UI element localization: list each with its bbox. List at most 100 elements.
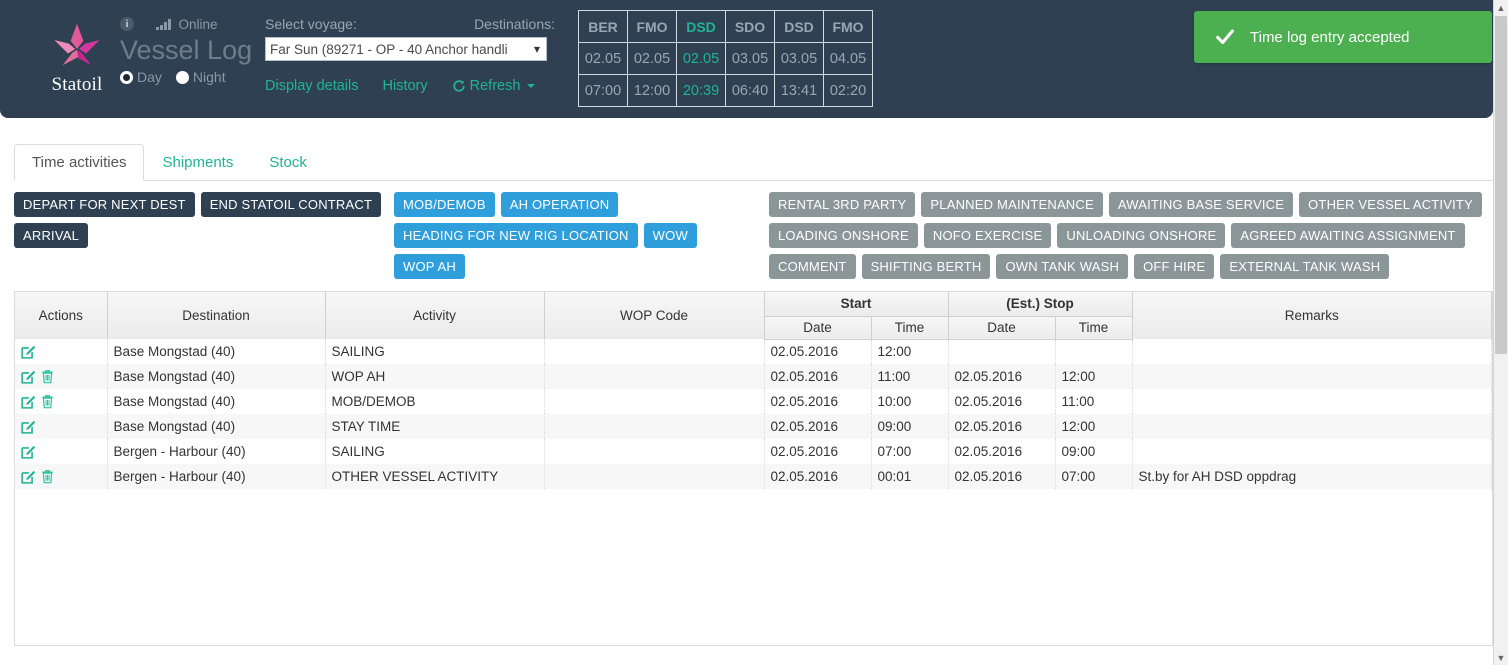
activity-buttons: DEPART FOR NEXT DEST END STATOIL CONTRACT… xyxy=(14,192,1493,288)
column-header-start-date: Date xyxy=(764,316,872,340)
night-radio[interactable] xyxy=(175,70,189,84)
operation-button-wow[interactable]: WOW xyxy=(643,223,697,248)
cell-start-date: 02.05.2016 xyxy=(764,339,872,364)
row-actions[interactable] xyxy=(15,339,108,364)
cell-stop-time: 09:00 xyxy=(1055,439,1133,464)
cell-remarks xyxy=(1132,439,1492,464)
voyage-button-arrival[interactable]: ARRIVAL xyxy=(14,223,89,248)
brand-block: Statoil xyxy=(22,16,132,108)
delete-icon[interactable] xyxy=(40,394,55,409)
cell-destination: Base Mongstad (40) xyxy=(107,414,326,439)
activity-button-rental-3rd-party[interactable]: RENTAL 3RD PARTY xyxy=(769,192,916,217)
cell-start-date: 02.05.2016 xyxy=(764,389,872,414)
night-label: Night xyxy=(192,69,226,85)
cell-remarks: St.by for AH DSD oppdrag xyxy=(1132,464,1492,489)
chevron-down-icon[interactable]: ▼ xyxy=(1494,650,1508,665)
refresh-link[interactable]: Refresh xyxy=(452,78,536,94)
cell-destination: Base Mongstad (40) xyxy=(107,364,326,389)
edit-icon[interactable] xyxy=(21,369,36,384)
cell-stop-date: 02.05.2016 xyxy=(948,439,1056,464)
cell-stop-date: 02.05.2016 xyxy=(948,414,1056,439)
cell-wop-code xyxy=(544,464,765,489)
cell-start-time: 09:00 xyxy=(871,414,949,439)
row-actions[interactable] xyxy=(15,389,108,414)
operation-button-mob-demob[interactable]: MOB/DEMOB xyxy=(394,192,495,217)
destination-cell: 12:00 xyxy=(627,74,677,107)
check-icon xyxy=(1216,29,1234,45)
destination-cell: 03.05 xyxy=(725,42,775,75)
tab-time-activities[interactable]: Time activities xyxy=(14,144,145,181)
activity-button-comment[interactable]: COMMENT xyxy=(769,254,856,279)
cell-wop-code xyxy=(544,389,765,414)
cell-remarks xyxy=(1132,339,1492,364)
edit-icon[interactable] xyxy=(21,419,36,434)
destination-cell: 07:00 xyxy=(578,74,628,107)
destination-cell: 06:40 xyxy=(725,74,775,107)
destination-cell: FMO xyxy=(627,10,677,43)
scrollbar-thumb[interactable] xyxy=(1495,16,1507,354)
activity-button-external-tank-wash[interactable]: EXTERNAL TANK WASH xyxy=(1220,254,1390,279)
activity-button-awaiting-base-service[interactable]: AWAITING BASE SERVICE xyxy=(1108,192,1294,217)
row-actions[interactable] xyxy=(15,364,108,389)
column-header-start-time: Time xyxy=(871,316,949,340)
voyage-select-value: Far Sun (89271 - OP - 40 Anchor handli xyxy=(270,41,508,57)
cell-wop-code xyxy=(544,364,765,389)
destinations-label: Destinations: xyxy=(474,16,555,32)
activity-button-unloading-onshore[interactable]: UNLOADING ONSHORE xyxy=(1057,223,1226,248)
tab-shipments[interactable]: Shipments xyxy=(144,144,251,181)
tab-stock[interactable]: Stock xyxy=(251,144,325,181)
row-actions[interactable] xyxy=(15,414,108,439)
display-details-link[interactable]: Display details xyxy=(265,78,359,94)
cell-wop-code xyxy=(544,414,765,439)
column-header-wop-code: WOP Code xyxy=(544,292,765,339)
activity-button-loading-onshore[interactable]: LOADING ONSHORE xyxy=(769,223,918,248)
activity-button-shifting-berth[interactable]: SHIFTING BERTH xyxy=(861,254,991,279)
operation-button-wop-ah[interactable]: WOP AH xyxy=(394,254,465,279)
delete-icon[interactable] xyxy=(40,469,55,484)
cell-activity: STAY TIME xyxy=(325,414,545,439)
cell-activity: MOB/DEMOB xyxy=(325,389,545,414)
day-radio[interactable] xyxy=(120,70,133,84)
activity-button-agreed-awaiting-assignment[interactable]: AGREED AWAITING ASSIGNMENT xyxy=(1231,223,1465,248)
edit-icon[interactable] xyxy=(21,394,36,409)
voyage-button-depart-for-next-dest[interactable]: DEPART FOR NEXT DEST xyxy=(14,192,195,217)
destination-cell: FMO xyxy=(823,10,873,43)
destination-cell: 13:41 xyxy=(774,74,824,107)
cell-wop-code xyxy=(544,339,765,364)
table-row: Base Mongstad (40) MOB/DEMOB 02.05.2016 10:… xyxy=(15,389,1492,414)
page-scrollbar[interactable]: ▲ ▼ xyxy=(1493,0,1508,665)
status-row: i Online xyxy=(120,14,280,34)
toast-message: Time log entry accepted xyxy=(1250,28,1410,46)
operation-button-ah-operation[interactable]: AH OPERATION xyxy=(500,192,619,217)
voyage-select[interactable]: Far Sun (89271 - OP - 40 Anchor handli ▾ xyxy=(265,37,547,61)
edit-icon[interactable] xyxy=(21,344,36,359)
column-header-start: Start xyxy=(764,292,949,317)
edit-icon[interactable] xyxy=(21,469,36,484)
voyage-button-end-statoil-contract[interactable]: END STATOIL CONTRACT xyxy=(200,192,382,217)
column-header-remarks: Remarks xyxy=(1132,292,1492,339)
destination-cell: DSD xyxy=(774,10,824,43)
cell-start-time: 07:00 xyxy=(871,439,949,464)
other-activity-buttons: RENTAL 3RD PARTY PLANNED MAINTENANCE AWAIT… xyxy=(769,192,1489,285)
row-actions[interactable] xyxy=(15,464,108,489)
refresh-label: Refresh xyxy=(469,78,521,94)
day-label: Day xyxy=(137,69,162,85)
vessel-log-page: Statoil i Online Vessel Log Day Night Se… xyxy=(0,0,1508,665)
delete-icon[interactable] xyxy=(40,369,55,384)
destination-cell: 04.05 xyxy=(823,42,873,75)
row-actions[interactable] xyxy=(15,439,108,464)
cell-activity: SAILING xyxy=(325,439,545,464)
operation-button-heading-for-new-rig-location[interactable]: HEADING FOR NEW RIG LOCATION xyxy=(394,223,638,248)
toast-notification[interactable]: Time log entry accepted xyxy=(1194,11,1492,63)
activity-button-own-tank-wash[interactable]: OWN TANK WASH xyxy=(996,254,1129,279)
cell-activity: WOP AH xyxy=(325,364,545,389)
edit-icon[interactable] xyxy=(21,444,36,459)
history-link[interactable]: History xyxy=(383,78,428,94)
activity-button-planned-maintenance[interactable]: PLANNED MAINTENANCE xyxy=(921,192,1103,217)
chevron-up-icon[interactable]: ▲ xyxy=(1494,0,1508,15)
info-icon[interactable]: i xyxy=(120,17,134,31)
activity-button-other-vessel-activity[interactable]: OTHER VESSEL ACTIVITY xyxy=(1299,192,1482,217)
day-night-toggle[interactable]: Day Night xyxy=(120,69,280,85)
activity-button-nofo-exercise[interactable]: NOFO EXERCISE xyxy=(923,223,1052,248)
activity-button-off-hire[interactable]: OFF HIRE xyxy=(1134,254,1215,279)
